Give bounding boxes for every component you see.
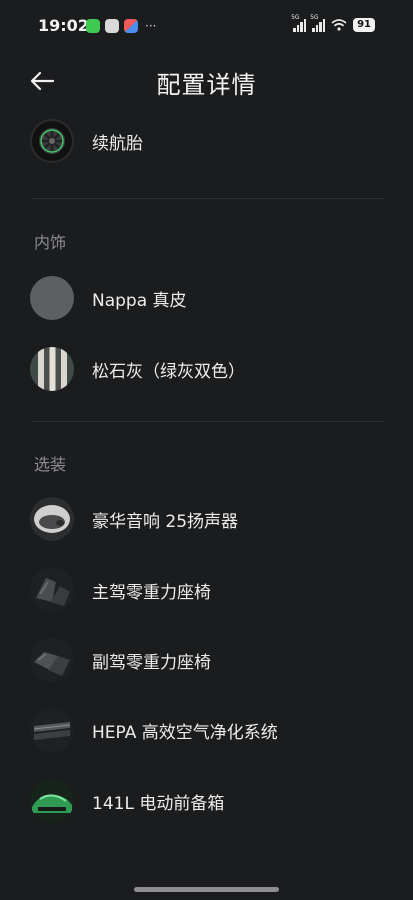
section-divider (32, 421, 383, 422)
driver-seat-icon (30, 568, 74, 612)
frunk-icon (30, 779, 74, 823)
section-title-options: 选装 (34, 455, 67, 474)
chat-app-icon (105, 19, 119, 33)
nav-bar: 配置详情 (0, 54, 413, 108)
list-item-leather: Nappa 真皮 (30, 273, 390, 323)
list-item-label: 141L 电动前备箱 (92, 793, 225, 814)
page-title: 配置详情 (156, 71, 257, 99)
photos-app-icon (124, 19, 138, 33)
cellular-signal-icon: 5G (310, 14, 326, 32)
list-item-tire: 续航胎 (30, 116, 390, 166)
section-title-interior: 内饰 (34, 233, 67, 252)
list-item-frunk: 141L 电动前备箱 (30, 776, 390, 826)
home-indicator[interactable] (134, 887, 279, 892)
list-item-color: 松石灰（绿灰双色） (30, 344, 390, 394)
list-item-label: Nappa 真皮 (92, 290, 187, 311)
list-item-label: HEPA 高效空气净化系统 (92, 722, 278, 743)
cellular-signal-icon: 5G (291, 14, 307, 32)
leather-swatch-icon (30, 276, 74, 320)
list-item-air-filter: HEPA 高效空气净化系统 (30, 705, 390, 755)
status-time: 19:02 (38, 16, 89, 35)
list-item-passenger-seat: 副驾零重力座椅 (30, 635, 390, 685)
list-item-label: 主驾零重力座椅 (92, 582, 211, 603)
section-divider (32, 198, 383, 199)
more-notifications-icon: ··· (145, 19, 157, 33)
passenger-seat-icon (30, 638, 74, 682)
list-item-label: 副驾零重力座椅 (92, 652, 211, 673)
status-bar: 19:02 ··· 5G 5G 91 (0, 0, 413, 54)
list-item-label: 豪华音响 25扬声器 (92, 511, 239, 532)
list-item-label: 松石灰（绿灰双色） (92, 361, 245, 382)
list-item-audio: 豪华音响 25扬声器 (30, 494, 390, 544)
status-indicators: 5G 5G 91 (291, 14, 375, 32)
speaker-icon (30, 497, 74, 541)
color-stripes-icon (30, 347, 74, 391)
list-item-label: 续航胎 (92, 133, 143, 154)
signal-type-label: 5G (291, 14, 300, 21)
notification-icons: ··· (86, 19, 156, 33)
list-item-driver-seat: 主驾零重力座椅 (30, 565, 390, 615)
wifi-icon (331, 19, 347, 31)
messages-app-icon (86, 19, 100, 33)
signal-type-label: 5G (310, 14, 319, 21)
battery-icon: 91 (353, 18, 375, 32)
air-filter-icon (30, 708, 74, 752)
tire-icon (30, 119, 74, 163)
